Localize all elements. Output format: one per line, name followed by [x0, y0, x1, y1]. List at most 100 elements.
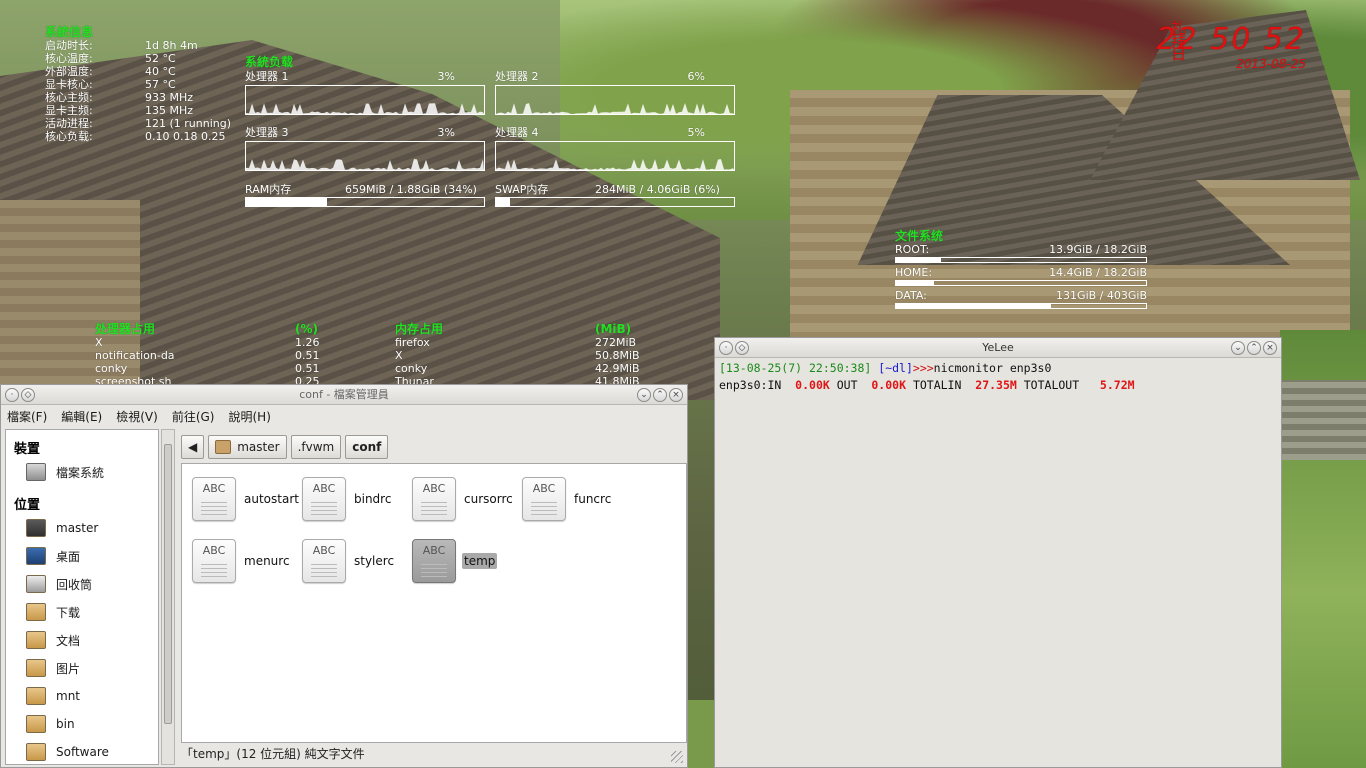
conky-filesystem: 文件系统 ROOT: 13.9GiB / 18.2GiB HOME: 14.4GiB…: [895, 230, 1147, 312]
sidebar-item-下载[interactable]: 下载: [6, 598, 158, 626]
close-icon[interactable]: ×: [1263, 341, 1277, 355]
sidebar-item-桌面[interactable]: 桌面: [6, 542, 158, 570]
places-header: 位置: [14, 498, 41, 513]
menu-edit[interactable]: 編輯(E): [61, 408, 102, 425]
menu-file[interactable]: 檔案(F): [7, 408, 47, 425]
path-bar: ◀ master .fvwm conf: [181, 435, 389, 459]
window-titlebar[interactable]: · ◇ YeLee ⌄ ⌃ ×: [715, 338, 1281, 358]
ram-bar: [245, 197, 485, 207]
menu-view[interactable]: 檢視(V): [116, 408, 158, 425]
swap-value: 284MiB / 4.06GiB (6%): [595, 183, 720, 196]
cpu-graph-line: [496, 159, 734, 170]
cpu-4-panel: 处理器 4 5%: [495, 126, 735, 171]
sidebar-item-mnt[interactable]: mnt: [6, 682, 158, 710]
trash-icon: [26, 575, 46, 593]
file-item[interactable]: ABC stylerc: [302, 538, 396, 584]
process-row: X 1.26 firefox 272MiB: [95, 336, 655, 349]
text-file-icon: ABC: [192, 477, 236, 521]
window-title: conf - 檔案管理員: [299, 388, 389, 401]
file-name: temp: [462, 553, 498, 569]
sidebar-item-bin[interactable]: bin: [6, 710, 158, 738]
sidebar-item-回收筒[interactable]: 回收筒: [6, 570, 158, 598]
icon-text: ABC: [312, 544, 336, 557]
icon-text: ABC: [202, 482, 226, 495]
sidebar-item-label: 回收筒: [56, 577, 93, 592]
prompt-dir: [~dl]: [878, 361, 913, 375]
system-info-header: 系統信息: [45, 25, 94, 39]
window-titlebar[interactable]: · ◇ conf - 檔案管理員 ⌄ ⌃ ×: [1, 385, 687, 405]
cpu-3-panel: 处理器 3 3%: [245, 126, 485, 171]
file-icon-view[interactable]: ABC autostart ABC bindrc ABC cursorrc ABC funcr…: [181, 463, 687, 743]
file-item[interactable]: ABC cursorrc: [412, 476, 515, 522]
folder-icon: [26, 631, 46, 649]
minimize-icon[interactable]: ⌄: [637, 388, 651, 402]
file-item[interactable]: ABC autostart: [192, 476, 301, 522]
system-info-value: 40 °C: [145, 65, 176, 78]
system-info-key: 核心主频:: [45, 91, 93, 104]
path-button-conf[interactable]: conf: [345, 435, 389, 459]
text-file-icon: ABC: [522, 477, 566, 521]
system-info-value: 121 (1 running): [145, 117, 232, 130]
fs-label: HOME:: [895, 266, 933, 279]
prompt-arrow: >>>: [912, 361, 934, 375]
sidebar-scrollbar[interactable]: [161, 429, 175, 765]
system-info-row: 核心负载: 0.10 0.18 0.25: [45, 130, 255, 143]
resize-grip[interactable]: [671, 751, 683, 763]
file-item[interactable]: ABC menurc: [192, 538, 292, 584]
system-info-key: 显卡主频:: [45, 104, 93, 117]
desktop-icon: [26, 547, 46, 565]
file-item[interactable]: ABC funcrc: [522, 476, 613, 522]
totalin-label: TOTALIN: [912, 378, 962, 392]
file-item[interactable]: ABC bindrc: [302, 476, 393, 522]
totalout-value: 5.72M: [1099, 378, 1135, 392]
fs-value: 14.4GiB / 18.2GiB: [1049, 266, 1147, 279]
sidebar-item-label: 下载: [56, 605, 81, 620]
folder-icon: [26, 659, 46, 677]
cpu-label: 处理器 2: [495, 70, 539, 83]
path-label: conf: [352, 440, 382, 454]
in-value: 0.00K: [795, 378, 830, 392]
text-file-icon: ABC: [302, 477, 346, 521]
system-info-value: 933 MHz: [145, 91, 194, 104]
file-name: bindrc: [354, 492, 392, 506]
terminal-output[interactable]: [13-08-25(7) 22:50:38] [~dl]>>>nicmonito…: [715, 358, 1281, 394]
sidebar-item-图片[interactable]: 图片: [6, 654, 158, 682]
menu-help[interactable]: 說明(H): [228, 408, 270, 425]
close-icon[interactable]: ×: [669, 388, 683, 402]
sidebar-item-master[interactable]: master: [6, 514, 158, 542]
path-button-fvwm[interactable]: .fvwm: [290, 435, 342, 459]
system-info-key: 显卡核心:: [45, 78, 93, 91]
back-button[interactable]: ◀: [181, 435, 205, 459]
totalout-label: TOTALOUT: [1023, 378, 1080, 392]
menu-go[interactable]: 前往(G): [172, 408, 215, 425]
cpu-graph: [495, 141, 735, 171]
system-info-row: 外部温度: 40 °C: [45, 65, 255, 78]
mem-process-value: 42.9MiB: [595, 362, 640, 375]
devices-header: 裝置: [14, 442, 41, 457]
fs-home-bar: [895, 280, 1147, 286]
ram-meter: RAM内存 659MiB / 1.88GiB (34%): [245, 183, 485, 207]
mem-process-name: conky: [395, 362, 428, 375]
fs-label: ROOT:: [895, 243, 930, 256]
path-label: .fvwm: [297, 440, 335, 454]
mem-process-name: firefox: [395, 336, 430, 349]
system-info-row: 显卡主频: 135 MHz: [45, 104, 255, 117]
process-row: notification-da 0.51 X 50.8MiB: [95, 349, 655, 362]
maximize-icon[interactable]: ⌃: [1247, 341, 1261, 355]
sidebar-item-文档[interactable]: 文档: [6, 626, 158, 654]
file-item[interactable]: ABC temp: [412, 538, 498, 584]
cpu-process-name: X: [95, 336, 103, 349]
sidebar-item-filesystem[interactable]: 檔案系統: [6, 458, 158, 486]
sidebar-item-software[interactable]: Software: [6, 738, 158, 764]
scrollbar-thumb[interactable]: [164, 444, 172, 724]
folder-icon: [26, 603, 46, 621]
cpu-graph-line: [246, 159, 484, 170]
folder-icon: [26, 715, 46, 733]
swap-bar: [495, 197, 735, 207]
cpu-graph-line: [246, 103, 484, 114]
icon-text: ABC: [532, 482, 556, 495]
maximize-icon[interactable]: ⌃: [653, 388, 667, 402]
minimize-icon[interactable]: ⌄: [1231, 341, 1245, 355]
path-button-master[interactable]: master: [208, 435, 287, 459]
prompt-line: [13-08-25(7) 22:50:38] [~dl]>>>nicmonito…: [715, 360, 1281, 377]
